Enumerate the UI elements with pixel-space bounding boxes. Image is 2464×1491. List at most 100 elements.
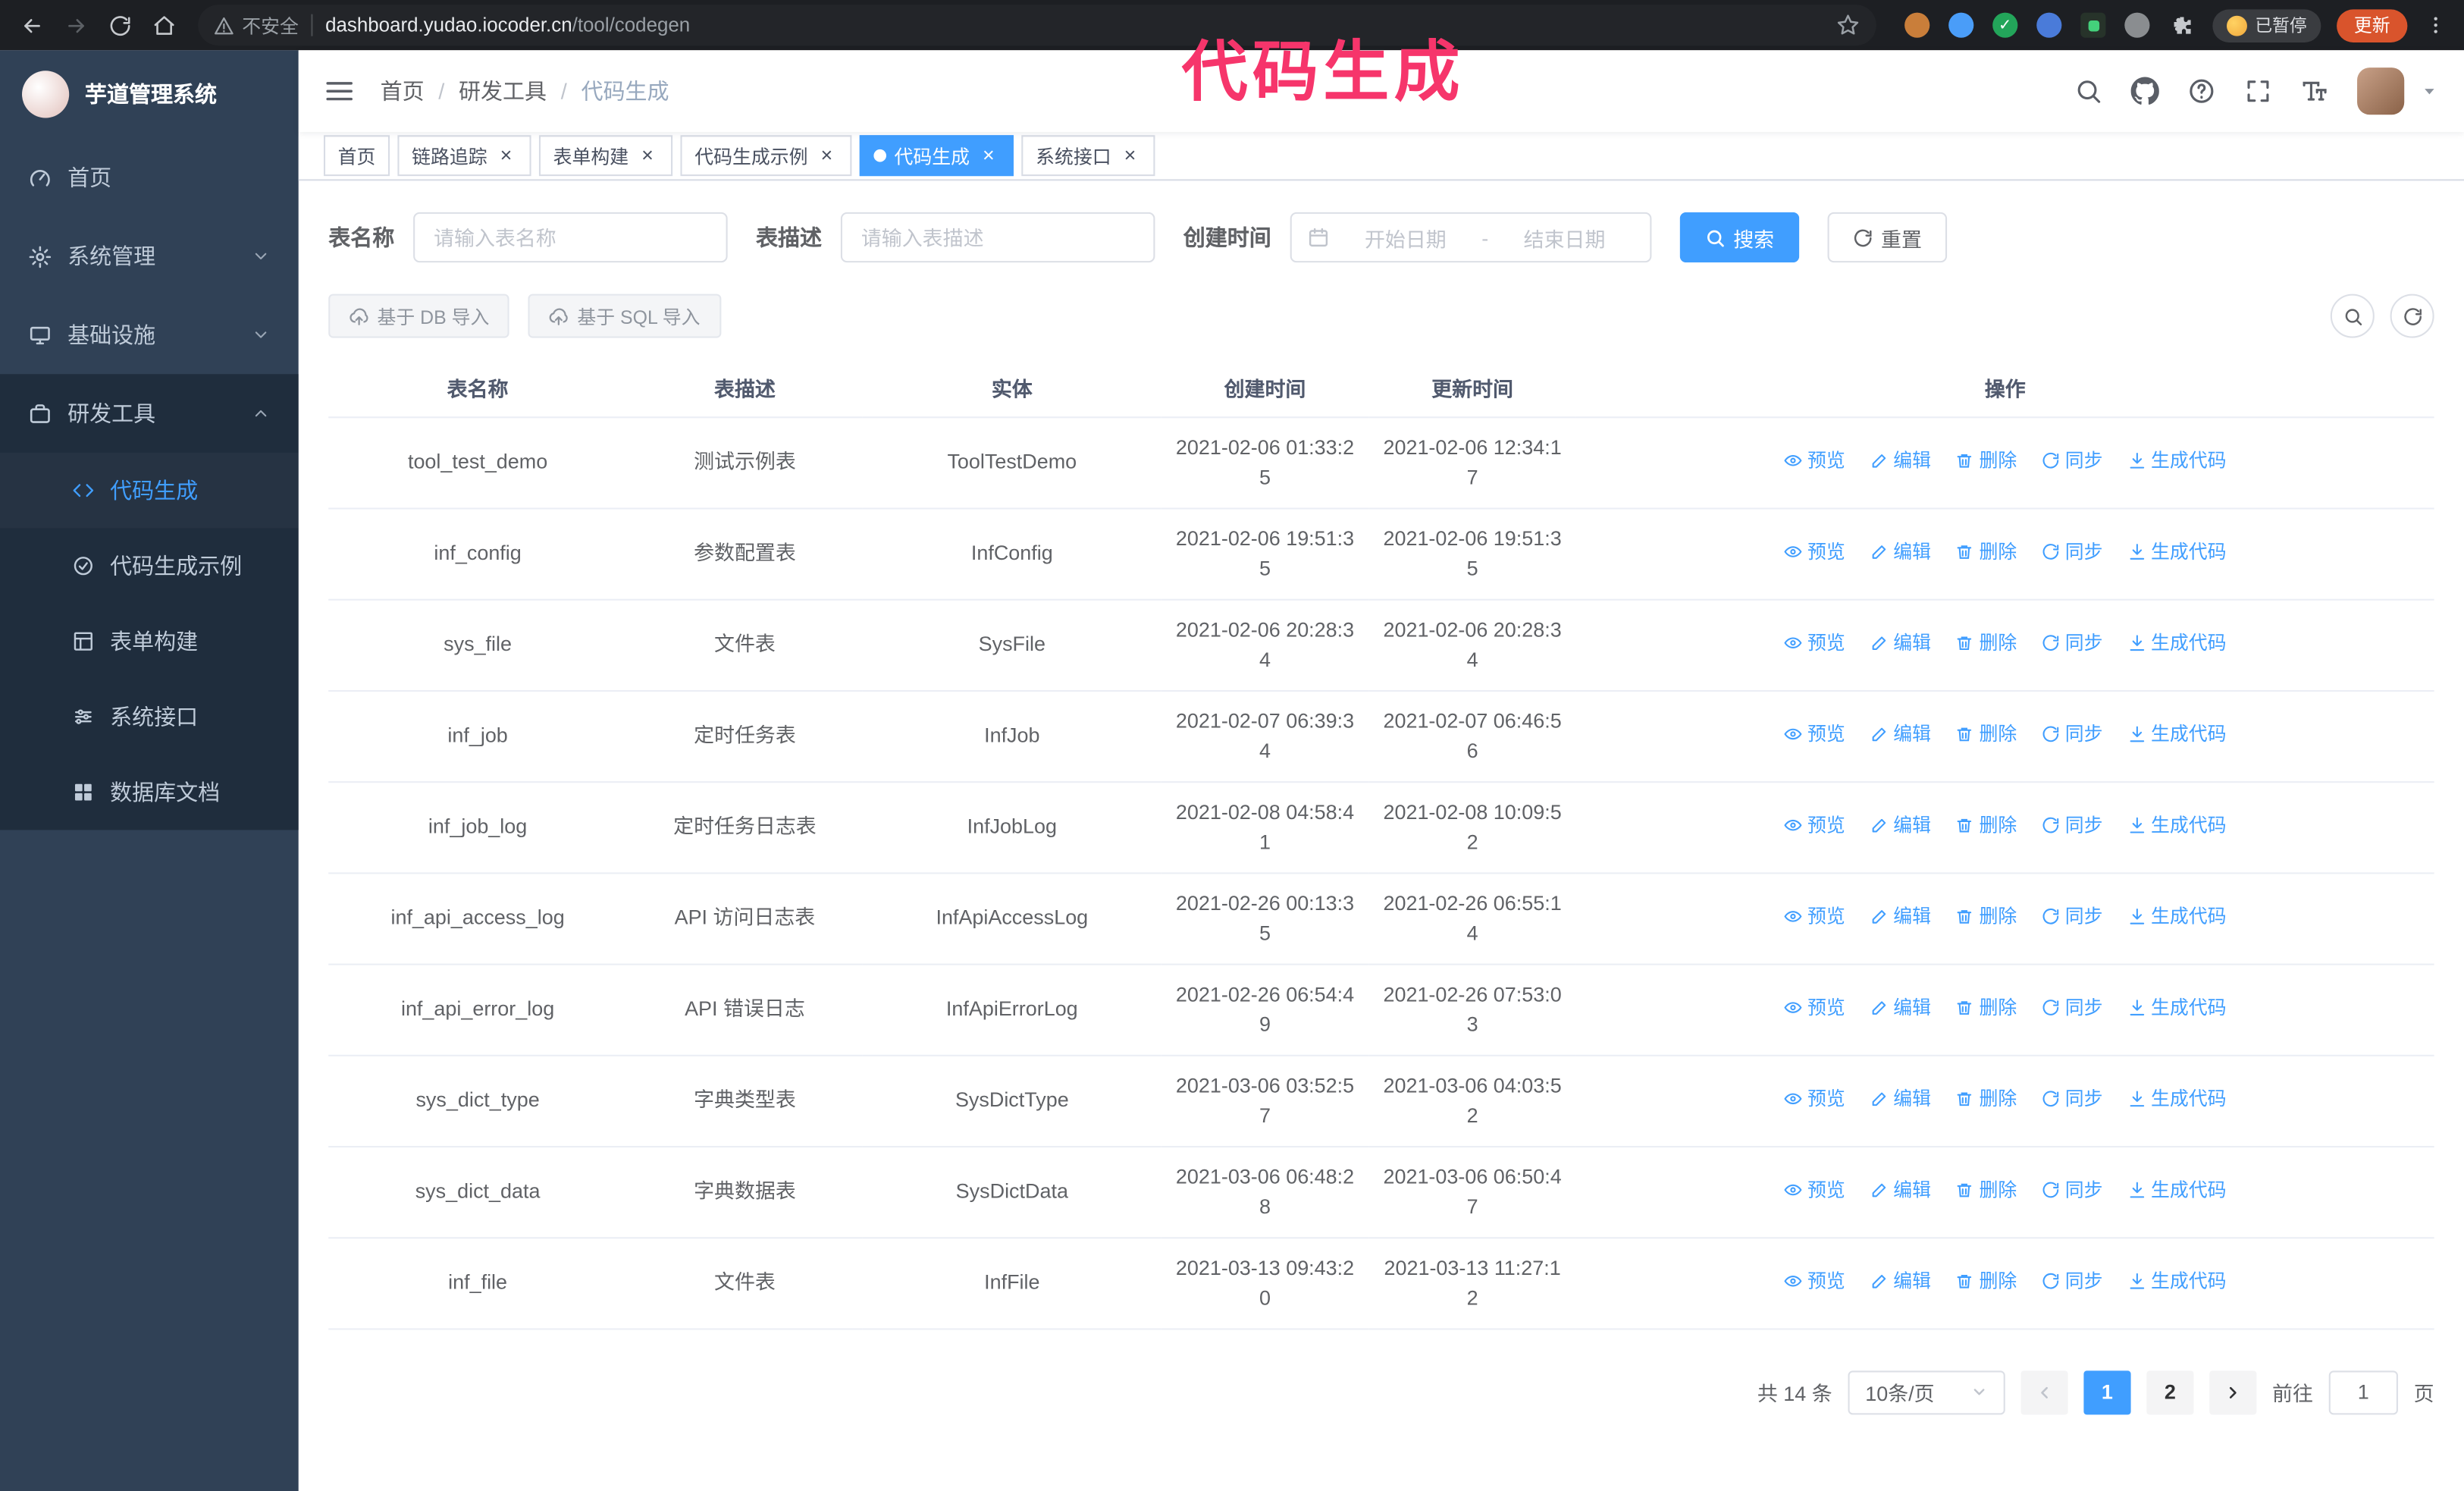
close-icon[interactable]: × bbox=[977, 145, 999, 167]
fullscreen-icon[interactable] bbox=[2244, 77, 2272, 105]
close-icon[interactable]: × bbox=[495, 145, 517, 167]
generate-code-link[interactable]: 生成代码 bbox=[2127, 537, 2227, 565]
delete-link[interactable]: 删除 bbox=[1955, 902, 2017, 930]
sync-link[interactable]: 同步 bbox=[2042, 1176, 2103, 1204]
profile-paused-badge[interactable]: 已暂停 bbox=[2212, 8, 2321, 42]
address-bar[interactable]: 不安全 dashboard.yudao.iocoder.cn/tool/code… bbox=[198, 5, 1876, 46]
delete-link[interactable]: 删除 bbox=[1955, 993, 2017, 1021]
github-icon[interactable] bbox=[2130, 77, 2159, 105]
sync-link[interactable]: 同步 bbox=[2042, 902, 2103, 930]
sidebar-item-codegen[interactable]: 代码生成 bbox=[0, 453, 299, 528]
preview-link[interactable]: 预览 bbox=[1784, 446, 1845, 474]
extensions-puzzle-icon[interactable] bbox=[2168, 13, 2193, 38]
generate-code-link[interactable]: 生成代码 bbox=[2127, 811, 2227, 839]
sync-link[interactable]: 同步 bbox=[2042, 720, 2103, 748]
generate-code-link[interactable]: 生成代码 bbox=[2127, 629, 2227, 657]
prev-page-button[interactable] bbox=[2020, 1370, 2068, 1414]
import-sql-button[interactable]: 基于 SQL 导入 bbox=[528, 293, 721, 338]
search-icon[interactable] bbox=[2074, 77, 2102, 105]
preview-link[interactable]: 预览 bbox=[1784, 811, 1845, 839]
sidebar-item-system-api[interactable]: 系统接口 bbox=[0, 679, 299, 754]
preview-link[interactable]: 预览 bbox=[1784, 1176, 1845, 1204]
breadcrumb-section[interactable]: 研发工具 bbox=[459, 75, 547, 106]
edit-link[interactable]: 编辑 bbox=[1870, 1176, 1931, 1204]
sidebar-item-form-builder[interactable]: 表单构建 bbox=[0, 604, 299, 679]
preview-link[interactable]: 预览 bbox=[1784, 902, 1845, 930]
tab-codegen-example[interactable]: 代码生成示例 × bbox=[680, 135, 852, 177]
close-icon[interactable]: × bbox=[816, 145, 838, 167]
extension-icon-3[interactable]: ✓ bbox=[1992, 12, 2018, 38]
extension-icon-6[interactable] bbox=[2124, 12, 2150, 38]
next-page-button[interactable] bbox=[2209, 1370, 2257, 1414]
preview-link[interactable]: 预览 bbox=[1784, 629, 1845, 657]
delete-link[interactable]: 删除 bbox=[1955, 537, 2017, 565]
page-button-2[interactable]: 2 bbox=[2146, 1370, 2194, 1414]
reset-button[interactable]: 重置 bbox=[1827, 212, 1948, 263]
sidebar-item-db-docs[interactable]: 数据库文档 bbox=[0, 755, 299, 830]
edit-link[interactable]: 编辑 bbox=[1870, 1085, 1931, 1113]
delete-link[interactable]: 删除 bbox=[1955, 629, 2017, 657]
sync-link[interactable]: 同步 bbox=[2042, 629, 2103, 657]
sync-link[interactable]: 同步 bbox=[2042, 993, 2103, 1021]
bookmark-star-icon[interactable] bbox=[1835, 13, 1861, 38]
sidebar-item-home[interactable]: 首页 bbox=[0, 138, 299, 217]
browser-menu-icon[interactable] bbox=[2420, 9, 2451, 40]
tab-trace[interactable]: 链路追踪 × bbox=[397, 135, 531, 177]
security-warning[interactable]: 不安全 bbox=[214, 12, 299, 39]
sidebar-item-codegen-example[interactable]: 代码生成示例 bbox=[0, 528, 299, 603]
table-name-input[interactable] bbox=[413, 212, 728, 263]
toggle-search-button[interactable] bbox=[2330, 293, 2375, 338]
sync-link[interactable]: 同步 bbox=[2042, 537, 2103, 565]
help-icon[interactable] bbox=[2187, 77, 2215, 105]
edit-link[interactable]: 编辑 bbox=[1870, 1267, 1931, 1295]
generate-code-link[interactable]: 生成代码 bbox=[2127, 446, 2227, 474]
tab-form-builder[interactable]: 表单构建 × bbox=[539, 135, 673, 177]
sync-link[interactable]: 同步 bbox=[2042, 811, 2103, 839]
preview-link[interactable]: 预览 bbox=[1784, 720, 1845, 748]
preview-link[interactable]: 预览 bbox=[1784, 537, 1845, 565]
sync-link[interactable]: 同步 bbox=[2042, 446, 2103, 474]
user-avatar[interactable] bbox=[2357, 67, 2405, 115]
edit-link[interactable]: 编辑 bbox=[1870, 537, 1931, 565]
goto-page-input[interactable] bbox=[2328, 1370, 2398, 1414]
extension-icon-2[interactable] bbox=[1948, 12, 1974, 38]
generate-code-link[interactable]: 生成代码 bbox=[2127, 1176, 2227, 1204]
generate-code-link[interactable]: 生成代码 bbox=[2127, 993, 2227, 1021]
sync-link[interactable]: 同步 bbox=[2042, 1267, 2103, 1295]
refresh-list-button[interactable] bbox=[2390, 293, 2434, 338]
sync-link[interactable]: 同步 bbox=[2042, 1085, 2103, 1113]
app-logo[interactable]: 芋道管理系统 bbox=[0, 50, 299, 138]
browser-back-icon[interactable] bbox=[13, 6, 51, 44]
tab-codegen[interactable]: 代码生成 × bbox=[859, 135, 1014, 177]
edit-link[interactable]: 编辑 bbox=[1870, 629, 1931, 657]
browser-forward-icon[interactable] bbox=[57, 6, 95, 44]
tab-system-api[interactable]: 系统接口 × bbox=[1021, 135, 1155, 177]
table-desc-input[interactable] bbox=[840, 212, 1155, 263]
sidebar-item-system[interactable]: 系统管理 bbox=[0, 217, 299, 296]
browser-update-button[interactable]: 更新 bbox=[2337, 8, 2408, 42]
edit-link[interactable]: 编辑 bbox=[1870, 993, 1931, 1021]
date-range-picker[interactable]: 开始日期 - 结束日期 bbox=[1290, 212, 1652, 263]
generate-code-link[interactable]: 生成代码 bbox=[2127, 1085, 2227, 1113]
delete-link[interactable]: 删除 bbox=[1955, 811, 2017, 839]
extension-icon-5[interactable] bbox=[2080, 12, 2106, 38]
browser-refresh-icon[interactable] bbox=[101, 6, 139, 44]
close-icon[interactable]: × bbox=[1119, 145, 1141, 167]
delete-link[interactable]: 删除 bbox=[1955, 1085, 2017, 1113]
delete-link[interactable]: 删除 bbox=[1955, 1176, 2017, 1204]
tab-home[interactable]: 首页 bbox=[323, 135, 390, 177]
preview-link[interactable]: 预览 bbox=[1784, 993, 1845, 1021]
page-size-select[interactable]: 10条/页 bbox=[1848, 1370, 2005, 1414]
breadcrumb-home[interactable]: 首页 bbox=[381, 75, 425, 106]
delete-link[interactable]: 删除 bbox=[1955, 1267, 2017, 1295]
preview-link[interactable]: 预览 bbox=[1784, 1267, 1845, 1295]
close-icon[interactable]: × bbox=[637, 145, 659, 167]
generate-code-link[interactable]: 生成代码 bbox=[2127, 720, 2227, 748]
extension-icon-4[interactable] bbox=[2036, 12, 2062, 38]
sidebar-item-infra[interactable]: 基础设施 bbox=[0, 296, 299, 375]
edit-link[interactable]: 编辑 bbox=[1870, 446, 1931, 474]
sidebar-item-devtools[interactable]: 研发工具 bbox=[0, 374, 299, 453]
font-size-icon[interactable] bbox=[2300, 77, 2328, 105]
hamburger-icon[interactable] bbox=[324, 75, 355, 106]
edit-link[interactable]: 编辑 bbox=[1870, 720, 1931, 748]
